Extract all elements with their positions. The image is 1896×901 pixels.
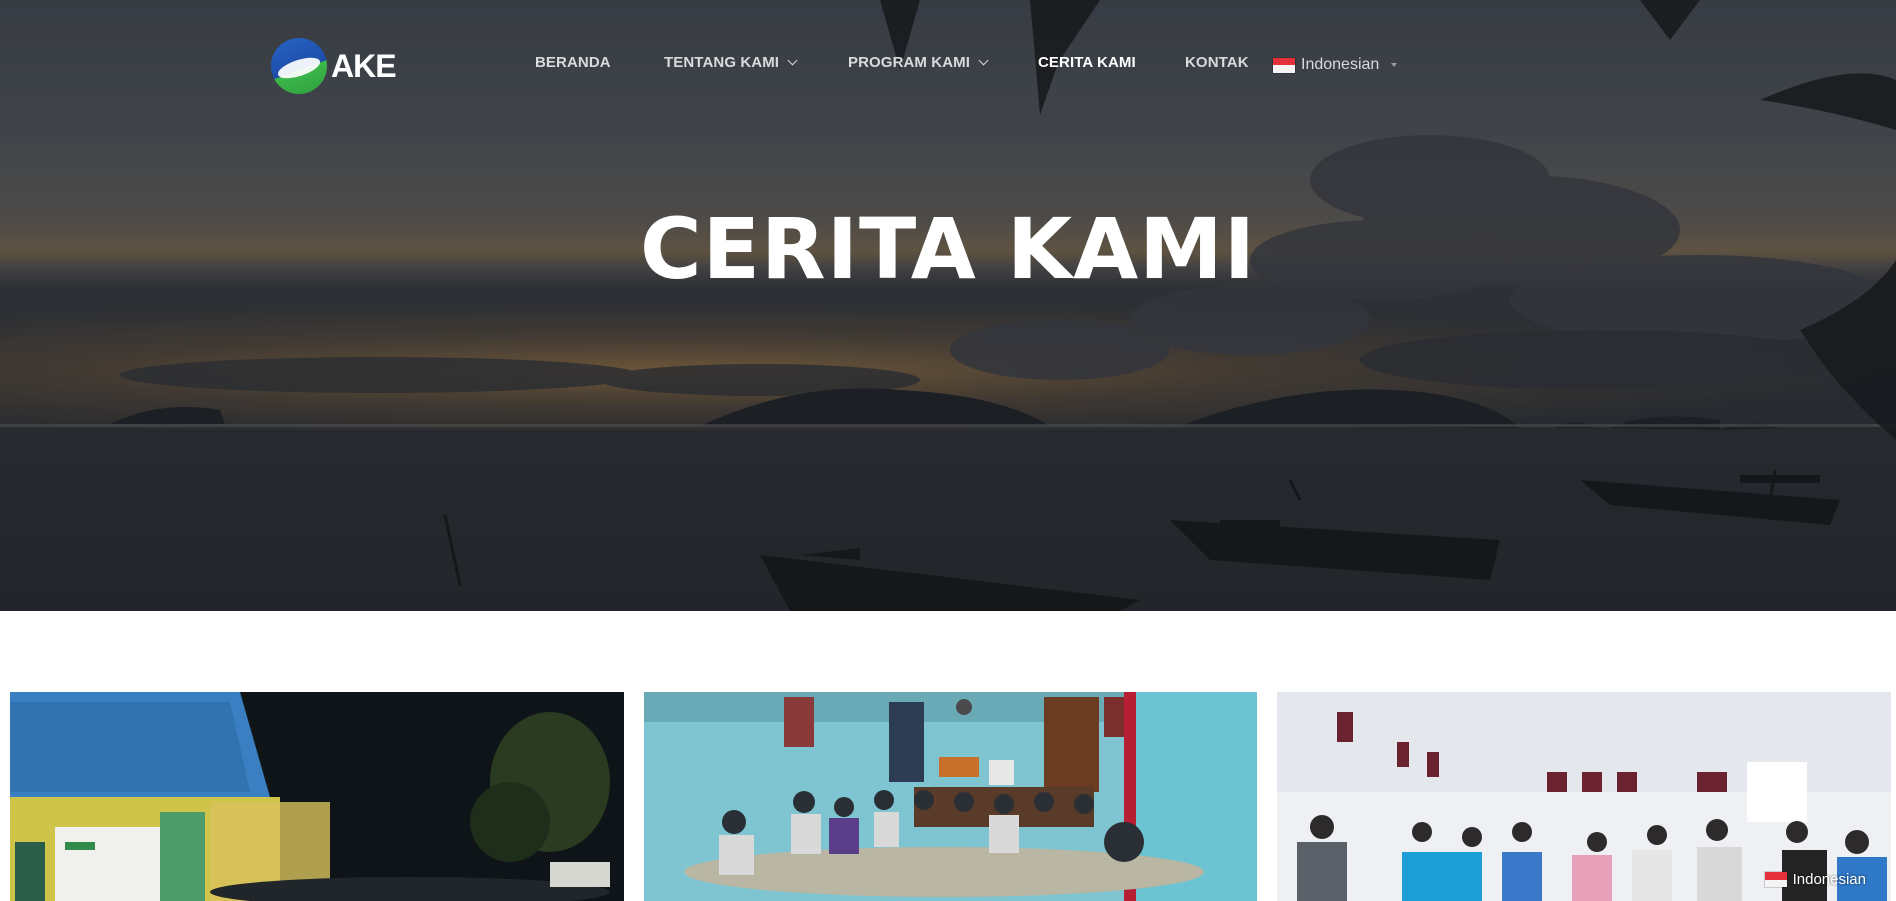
story-image-community-event (1277, 692, 1891, 901)
language-selector[interactable]: Indonesian (1273, 56, 1398, 74)
story-card-3[interactable] (1277, 692, 1891, 901)
story-card-2[interactable] (644, 692, 1257, 901)
hero-banner: AKE BERANDA TENTANG KAMI PROGRAM KAMI CE… (0, 0, 1896, 611)
nav-item-label: KONTAK (1185, 54, 1249, 71)
site-logo[interactable]: AKE (271, 36, 401, 96)
nav-item-kontak[interactable]: KONTAK (1185, 54, 1249, 71)
logo-text: AKE (331, 47, 397, 84)
indonesia-flag-icon (1273, 57, 1295, 73)
nav-item-beranda[interactable]: BERANDA (535, 54, 611, 71)
chevron-down-icon (787, 55, 798, 66)
language-label: Indonesian (1301, 56, 1380, 73)
nav-item-label: TENTANG KAMI (664, 54, 780, 71)
indonesia-flag-icon (1764, 872, 1787, 887)
nav-item-label: PROGRAM KAMI (848, 54, 971, 71)
nav-item-program-kami[interactable]: PROGRAM KAMI (848, 54, 989, 71)
nav-item-tentang-kami[interactable]: TENTANG KAMI (664, 54, 798, 71)
chevron-down-icon (978, 55, 989, 66)
nav-item-label: CERITA KAMI (1038, 54, 1136, 71)
logo-emblem-icon (271, 38, 327, 94)
story-image-indoor-meeting (644, 692, 1257, 901)
floating-language-label: Indonesian (1792, 871, 1866, 888)
story-image-night-gathering (10, 692, 624, 901)
page-title: CERITA KAMI (640, 200, 1256, 298)
dropdown-arrow-icon (1391, 63, 1398, 67)
floating-language-switcher[interactable]: Indonesian (1764, 871, 1866, 888)
nav-item-cerita-kami[interactable]: CERITA KAMI (1038, 54, 1136, 71)
story-card-1[interactable] (10, 692, 624, 901)
nav-item-label: BERANDA (535, 54, 611, 71)
